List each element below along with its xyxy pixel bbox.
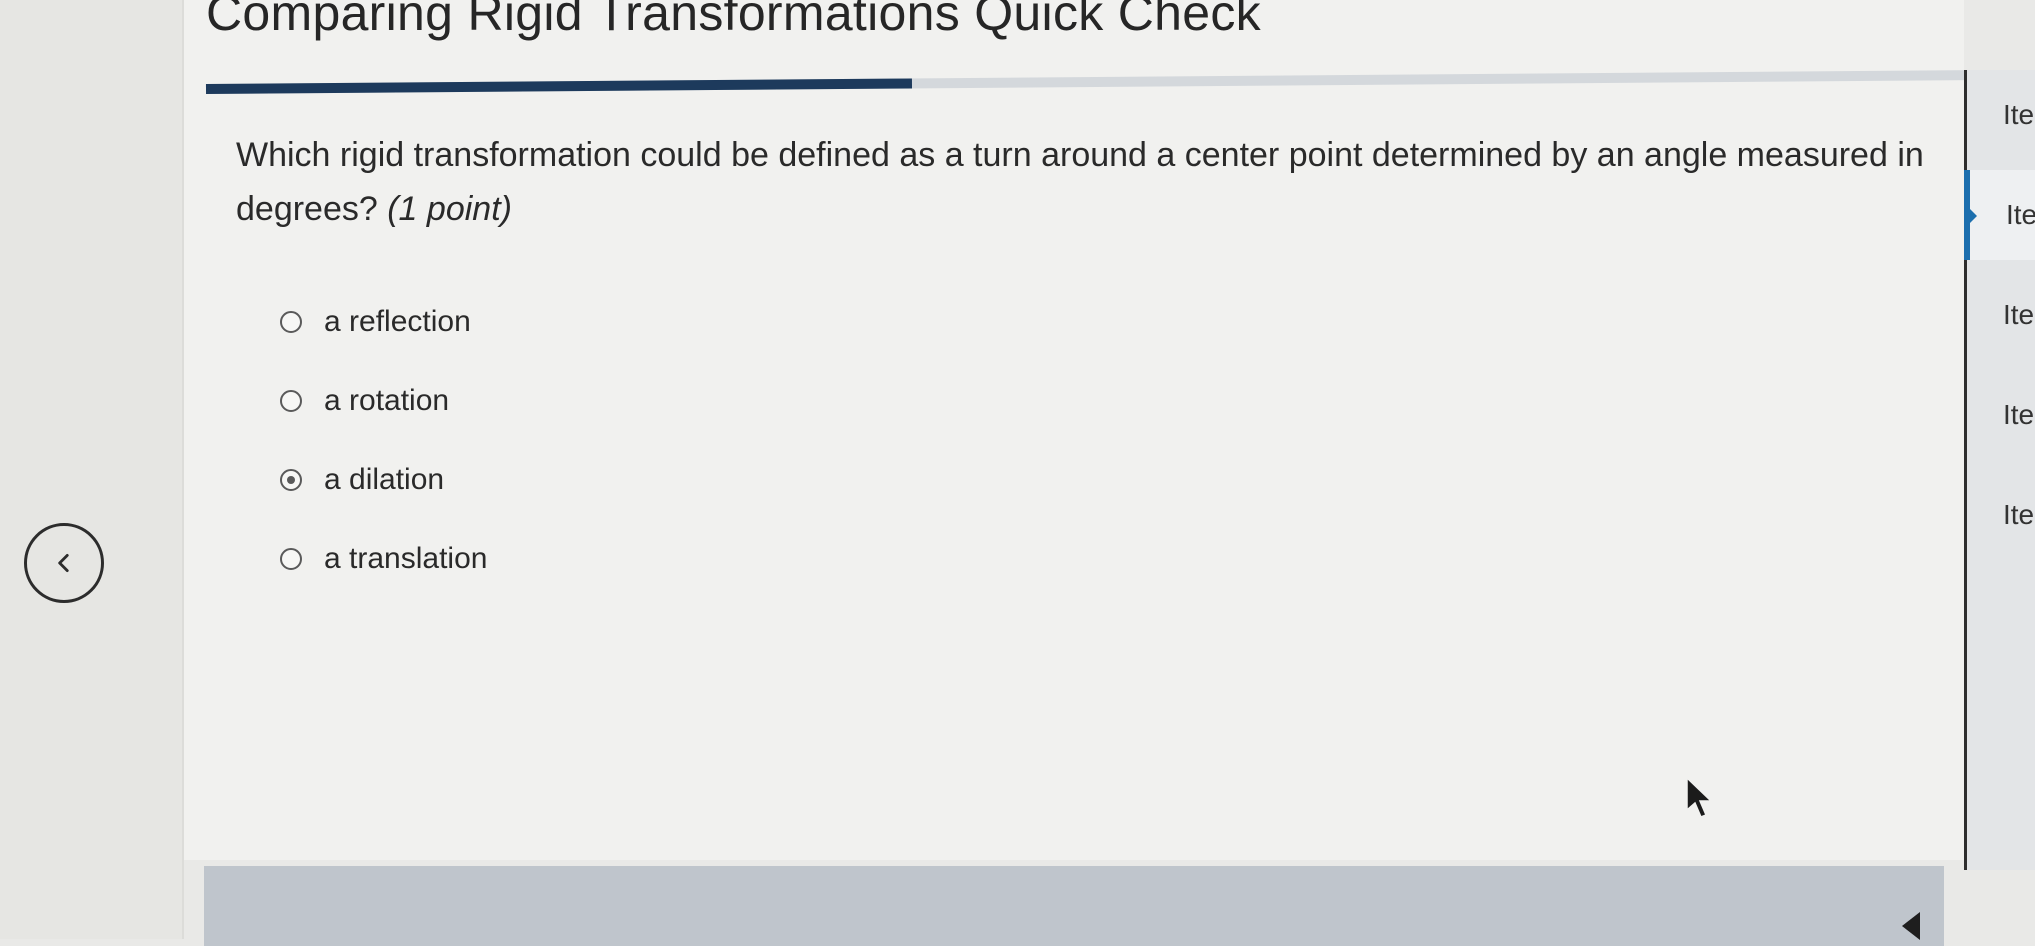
answer-option-dilation[interactable]: a dilation — [280, 440, 487, 519]
option-label: a rotation — [324, 383, 450, 417]
current-item-caret-icon — [1969, 208, 1977, 224]
page-title: Comparing Rigid Transformations Quick Ch… — [206, 0, 1261, 41]
sidebar-item-2[interactable]: Ite — [1964, 170, 2035, 260]
sidebar-item-4[interactable]: Ite — [1967, 370, 2035, 460]
sidebar-item-label: Ite — [2003, 399, 2035, 430]
back-button[interactable] — [24, 523, 104, 603]
radio-button[interactable] — [280, 547, 302, 570]
mouse-pointer-icon — [1686, 776, 1713, 818]
sidebar-item-label: Ite — [2003, 99, 2035, 130]
question-points: (1 point) — [387, 190, 512, 228]
sidebar-item-5[interactable]: Ite — [1967, 470, 2035, 560]
question-text: Which rigid transformation could be defi… — [236, 128, 1966, 236]
radio-button[interactable] — [280, 310, 302, 333]
sidebar-item-label: Ite — [2003, 299, 2035, 330]
progress-bar — [205, 70, 1970, 94]
sidebar-item-3[interactable]: Ite — [1967, 270, 2035, 360]
sidebar-item-label: Ite — [2006, 199, 2035, 230]
chevron-left-icon — [58, 554, 69, 572]
option-label: a reflection — [324, 304, 471, 338]
radio-button[interactable] — [280, 389, 302, 412]
sidebar-item-label: Ite — [2003, 499, 2035, 530]
answer-options: a reflection a rotation a dilation a tra… — [280, 282, 487, 598]
answer-option-rotation[interactable]: a rotation — [280, 361, 487, 440]
left-gutter — [0, 0, 184, 939]
footer-bar — [204, 866, 1944, 946]
progress-fill — [205, 78, 912, 94]
option-label: a dilation — [324, 462, 445, 496]
radio-button[interactable] — [280, 468, 302, 491]
sidebar-item-1[interactable]: Ite — [1967, 70, 2035, 160]
main-panel: Comparing Rigid Transformations Quick Ch… — [184, 0, 1970, 860]
option-label: a translation — [324, 541, 488, 575]
item-sidebar: Ite Ite Ite Ite Ite — [1964, 70, 2035, 870]
arrow-left-icon[interactable] — [1902, 912, 1920, 940]
answer-option-translation[interactable]: a translation — [280, 519, 487, 598]
answer-option-reflection[interactable]: a reflection — [280, 282, 487, 361]
